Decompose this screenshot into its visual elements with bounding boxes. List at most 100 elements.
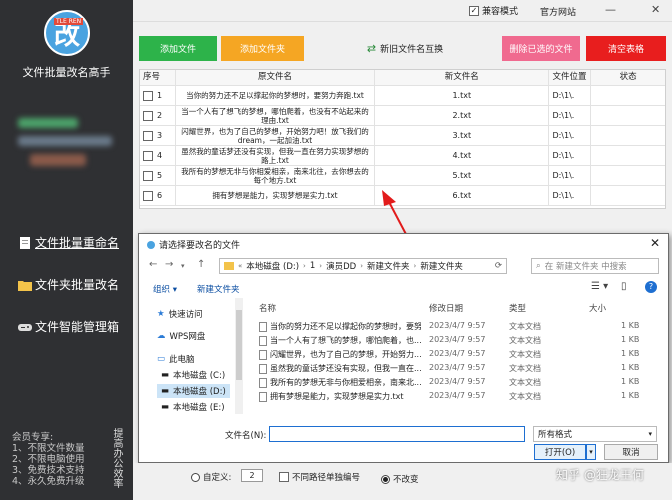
new-name-cell: 4.txt xyxy=(375,146,550,165)
row-checkbox[interactable] xyxy=(143,170,153,181)
row-checkbox[interactable] xyxy=(143,150,153,161)
close-icon[interactable]: ✕ xyxy=(650,236,660,250)
swap-label: 新旧文件名互换 xyxy=(380,45,444,55)
file-list-item[interactable]: 当你的努力还不足以撑起你的梦想时，要努... 2023/4/7 9:57 文本文… xyxy=(249,319,659,333)
no-change-option[interactable]: 不改变 xyxy=(381,473,419,485)
organize-menu[interactable]: 组织 ▾ xyxy=(153,283,177,295)
original-name-cell: 拥有梦想是能力，实现梦想是实力.txt xyxy=(176,186,376,205)
status-cell xyxy=(591,166,665,185)
col-header-type[interactable]: 类型 xyxy=(509,302,526,314)
minimize-icon[interactable]: — xyxy=(605,3,616,16)
path-segment[interactable]: 1 xyxy=(310,261,315,271)
table-row[interactable]: 1 当你的努力还不足以撑起你的梦想时，要努力奔跑.txt 1.txt D:\1\… xyxy=(140,86,665,106)
filename-input[interactable] xyxy=(269,426,525,442)
refresh-icon[interactable]: ⟳ xyxy=(495,261,506,271)
new-folder-button[interactable]: 新建文件夹 xyxy=(197,283,240,295)
col-header-size[interactable]: 大小 xyxy=(589,302,606,314)
row-number: 4 xyxy=(157,151,163,160)
col-header[interactable]: 状态 xyxy=(591,70,665,85)
close-icon[interactable]: ✕ xyxy=(651,3,660,16)
new-name-cell: 5.txt xyxy=(375,166,550,185)
file-name-text: 虽然我的童话梦还没有实现，但我一直在... xyxy=(270,364,421,373)
file-size: 1 KB xyxy=(621,349,640,358)
cancel-button[interactable]: 取消 xyxy=(604,444,658,460)
custom-numbering-option[interactable]: 自定义: xyxy=(191,471,231,483)
file-list-item[interactable]: 当一个人有了想飞的梦想，哪怕爬着，也... 2023/4/7 9:57 文本文档… xyxy=(249,333,659,347)
table-row[interactable]: 4 虽然我的童话梦还没有实现，但我一直在努力实现梦想的路上.txt 4.txt … xyxy=(140,146,665,166)
address-bar[interactable]: « 本地磁盘 (D:) › 1 › 演员DD › 新建文件夹 › 新建文件夹 ⟳ xyxy=(219,258,507,274)
radio-no-change[interactable] xyxy=(381,474,390,484)
compat-mode-checkbox[interactable]: ✓ 兼容模式 xyxy=(469,4,518,17)
open-button[interactable]: 打开(O) xyxy=(534,444,586,460)
custom-number-input[interactable]: 2 xyxy=(241,469,263,482)
col-header[interactable]: 文件位置 xyxy=(549,70,592,85)
add-file-button[interactable]: 添加文件 xyxy=(139,36,217,61)
file-date: 2023/4/7 9:57 xyxy=(429,335,486,344)
file-list-item[interactable]: 闪耀世界，也为了自己的梦想，开始努力... 2023/4/7 9:57 文本文档… xyxy=(249,347,659,361)
swap-names-button[interactable]: ⇄ 新旧文件名互换 xyxy=(360,36,450,61)
sidebar-item-file-rename[interactable]: 文件批量重命名 xyxy=(18,234,119,251)
path-segment[interactable]: 新建文件夹 xyxy=(367,260,410,272)
drive-icon: ▬ xyxy=(161,370,170,380)
status-cell xyxy=(591,126,665,145)
row-checkbox[interactable] xyxy=(143,190,153,201)
col-header[interactable]: 序号 xyxy=(140,70,176,85)
tree-item-this-pc[interactable]: ▭ 此电脑 xyxy=(157,353,195,365)
chevron-down-icon[interactable]: ▾ xyxy=(181,262,185,270)
separate-path-numbering-option[interactable]: 不同路径单独编号 xyxy=(279,471,360,483)
open-dropdown-icon[interactable]: ▾ xyxy=(586,444,596,460)
file-name-text: 我所有的梦想无非与你相爱相亲，南来北... xyxy=(270,378,421,387)
tree-item-drive-d[interactable]: ▬ 本地磁盘 (D:) xyxy=(157,384,230,398)
new-name-cell: 2.txt xyxy=(375,106,550,125)
sidebar-item-file-manager[interactable]: 文件智能管理箱 xyxy=(18,318,119,335)
row-number-cell: 5 xyxy=(140,166,176,185)
forward-arrow-icon[interactable]: → xyxy=(165,259,173,270)
view-options-icon[interactable]: ☰ ▾ xyxy=(591,281,608,292)
help-icon[interactable]: ? xyxy=(645,281,657,293)
folder-icon xyxy=(224,262,234,270)
member-line: 3、免费技术支持 xyxy=(12,465,85,476)
delete-selected-button[interactable]: 删除已选的文件 xyxy=(502,36,580,61)
sidebar-item-label: 文件夹批量改名 xyxy=(35,278,120,292)
table-row[interactable]: 5 我所有的梦想无非与你相爱相亲，南来北往，去你想去的每个地方.txt 5.tx… xyxy=(140,166,665,186)
back-arrow-icon[interactable]: ← xyxy=(149,259,157,270)
path-segment[interactable]: 新建文件夹 xyxy=(420,260,463,272)
file-list-item[interactable]: 我所有的梦想无非与你相爱相亲，南来北... 2023/4/7 9:57 文本文档… xyxy=(249,375,659,389)
col-header-name[interactable]: 名称 xyxy=(259,302,276,314)
preview-pane-icon[interactable]: ▯ xyxy=(621,281,627,292)
col-header[interactable]: 新文件名 xyxy=(375,70,550,85)
status-cell xyxy=(591,186,665,205)
col-header[interactable]: 原文件名 xyxy=(176,70,376,85)
tree-item-drive-e[interactable]: ▬ 本地磁盘 (E:) xyxy=(161,401,225,413)
file-list-item[interactable]: 拥有梦想是能力，实现梦想是实力.txt 2023/4/7 9:57 文本文档 1… xyxy=(249,389,659,403)
tree-scrollbar[interactable] xyxy=(235,298,243,414)
path-segment[interactable]: 本地磁盘 (D:) xyxy=(246,260,299,272)
up-arrow-icon[interactable]: ↑ xyxy=(197,259,205,270)
official-site-link[interactable]: 官方网站 xyxy=(540,5,576,18)
path-segment[interactable]: 演员DD xyxy=(326,260,356,272)
location-cell: D:\1\. xyxy=(549,106,592,125)
radio-custom[interactable] xyxy=(191,472,200,482)
row-checkbox[interactable] xyxy=(143,90,153,101)
file-type: 文本文档 xyxy=(509,350,541,359)
row-checkbox[interactable] xyxy=(143,130,153,141)
file-format-select[interactable]: 所有格式 ▾ xyxy=(533,426,657,442)
scrollbar-thumb[interactable] xyxy=(236,310,242,380)
table-row[interactable]: 3 闪耀世界，也为了自己的梦想，开始努力吧！放飞我们的dream，一起加油.tx… xyxy=(140,126,665,146)
row-checkbox[interactable] xyxy=(143,110,153,121)
file-list-item[interactable]: 虽然我的童话梦还没有实现，但我一直在... 2023/4/7 9:57 文本文档… xyxy=(249,361,659,375)
checkbox-unchecked[interactable] xyxy=(279,472,289,482)
location-cell: D:\1\. xyxy=(549,86,592,105)
clear-table-button[interactable]: 清空表格 xyxy=(586,36,666,61)
row-number-cell: 6 xyxy=(140,186,176,205)
search-input[interactable]: ⌕ 在 新建文件夹 中搜索 xyxy=(531,258,659,274)
table-row[interactable]: 2 当一个人有了想飞的梦想，哪怕爬着，也没有不站起来的理由.txt 2.txt … xyxy=(140,106,665,126)
col-header-date[interactable]: 修改日期 xyxy=(429,302,463,314)
tree-item-drive-c[interactable]: ▬ 本地磁盘 (C:) xyxy=(161,369,225,381)
blurred-user-info xyxy=(30,154,86,166)
add-folder-button[interactable]: 添加文件夹 xyxy=(221,36,304,61)
sidebar-item-folder-rename[interactable]: 文件夹批量改名 xyxy=(18,276,119,293)
tree-item-quick-access[interactable]: ★ 快速访问 xyxy=(157,308,203,320)
tree-item-wps-cloud[interactable]: ☁ WPS网盘 xyxy=(157,330,205,342)
search-icon: ⌕ xyxy=(536,261,541,271)
